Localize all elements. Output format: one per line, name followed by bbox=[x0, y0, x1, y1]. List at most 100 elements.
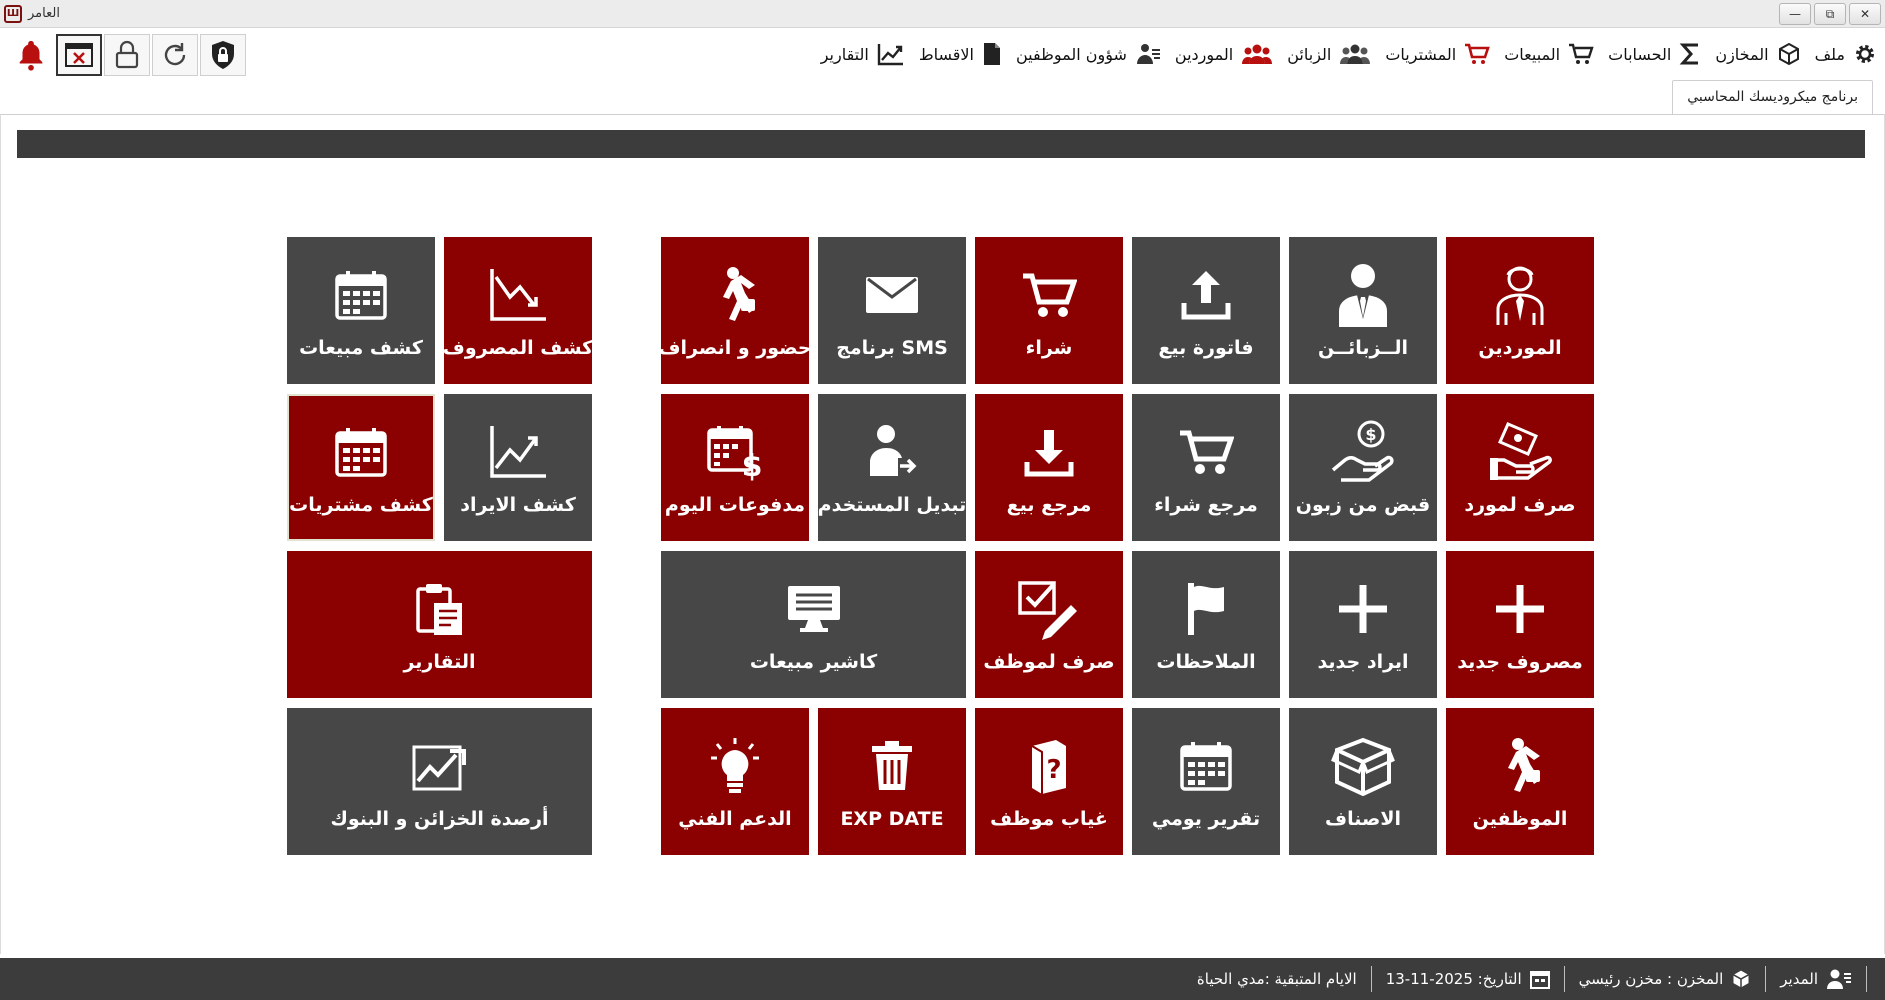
status-store-label: المخزن : مخزن رئيسي bbox=[1578, 970, 1724, 988]
status-remaining-days-label: الايام المتبقية :مدي الحياة bbox=[1196, 970, 1357, 988]
status-store: المخزن : مخزن رئيسي bbox=[1579, 969, 1752, 989]
employee-icon bbox=[1136, 44, 1160, 64]
menu-purchases[interactable]: المشتريات bbox=[1385, 42, 1491, 66]
tile-expense-report[interactable]: كشف المصروف bbox=[443, 237, 593, 384]
menu-file[interactable]: ملف bbox=[1815, 42, 1877, 66]
tile-notes-label: الملاحظات bbox=[1156, 650, 1256, 673]
menu-suppliers[interactable]: الموردين bbox=[1175, 42, 1273, 66]
menu-sales[interactable]: المبيعات bbox=[1504, 42, 1594, 66]
tile-receive-customer-label: قبض من زبون bbox=[1295, 493, 1431, 516]
tile-exp-date[interactable]: EXP DATE bbox=[818, 708, 966, 855]
menu-stores-label: المخازن bbox=[1715, 44, 1769, 64]
tile-support-label: الدعم الفني bbox=[678, 807, 792, 830]
cart-red-icon bbox=[1465, 43, 1491, 64]
tile-daily-report-label: تقرير يومي bbox=[1151, 807, 1261, 830]
tile-sales-cashier[interactable]: كاشير مبيعات bbox=[661, 551, 966, 698]
tile-new-expense[interactable]: مصروف جديد bbox=[1446, 551, 1594, 698]
refresh-button[interactable] bbox=[152, 34, 198, 76]
tile-reports[interactable]: التقارير bbox=[287, 551, 592, 698]
group-icon bbox=[1340, 44, 1371, 64]
tile-pay-employee-label: صرف لموظف bbox=[983, 650, 1115, 673]
tile-purchases-report[interactable]: كشف مشتريات bbox=[287, 394, 435, 541]
menu-purchases-label: المشتريات bbox=[1385, 44, 1457, 64]
tile-switch-user-label: تبديل المستخدم bbox=[817, 493, 967, 516]
switch-user-icon bbox=[870, 424, 917, 476]
menu-employees[interactable]: شؤون الموظفين bbox=[1016, 42, 1161, 66]
tile-items-label: الاصناف bbox=[1325, 807, 1401, 830]
status-items: المدير المخزن : مخزن رئيسي التاريخ: 2025… bbox=[1197, 958, 1867, 1000]
status-divider bbox=[1765, 966, 1767, 992]
tile-sales-return-label: مرجع بيع bbox=[1006, 493, 1092, 516]
sigma-icon bbox=[1679, 43, 1699, 65]
tile-suppliers-label: الموردين bbox=[1478, 336, 1562, 359]
chart-down-icon bbox=[490, 268, 546, 321]
app-logo-icon: Ш bbox=[4, 5, 22, 23]
close-window-button[interactable]: ✕ bbox=[1849, 3, 1881, 25]
tile-support[interactable]: الدعم الفني bbox=[661, 708, 809, 855]
tile-receive-customer[interactable]: $ قبض من زبون bbox=[1289, 394, 1437, 541]
status-divider bbox=[1563, 966, 1565, 992]
tile-suppliers[interactable]: الموردين bbox=[1446, 237, 1594, 384]
lock-icon bbox=[115, 40, 139, 69]
tile-attendance[interactable]: حضور و انصراف bbox=[658, 237, 812, 384]
notifications-button[interactable] bbox=[8, 34, 54, 76]
tile-sales-report-label: كشف مبيعات bbox=[299, 336, 423, 359]
close-tab-button[interactable] bbox=[56, 34, 102, 76]
trend-icon bbox=[877, 44, 903, 66]
cart-outline-icon bbox=[1180, 430, 1234, 474]
tile-purchases-report-label: كشف مشتريات bbox=[289, 493, 433, 516]
menu-suppliers-label: الموردين bbox=[1174, 44, 1234, 64]
menu-accounts-label: الحسابات bbox=[1608, 44, 1672, 64]
tile-new-income[interactable]: ايراد جديد bbox=[1289, 551, 1437, 698]
tile-new-income-label: ايراد جديد bbox=[1317, 650, 1409, 673]
tile-pay-supplier[interactable]: صرف لمورد bbox=[1446, 394, 1594, 541]
menu-installments-label: الاقساط bbox=[918, 44, 974, 64]
tile-employee-absence[interactable]: ? غياب موظف bbox=[975, 708, 1123, 855]
tile-daily-report[interactable]: تقرير يومي bbox=[1132, 708, 1280, 855]
tile-sales-invoice[interactable]: فاتورة بيع bbox=[1132, 237, 1280, 384]
status-bar: المدير المخزن : مخزن رئيسي التاريخ: 2025… bbox=[0, 958, 1885, 1000]
tile-sales-return[interactable]: مرجع بيع bbox=[975, 394, 1123, 541]
menu-reports-label: التقارير bbox=[820, 44, 869, 64]
tile-purchase-return[interactable]: مرجع شراء bbox=[1132, 394, 1280, 541]
tile-treasury-balances[interactable]: أرصدة الخزائن و البنوك bbox=[287, 708, 592, 855]
tile-purchase-label: شراء bbox=[1025, 336, 1073, 359]
tab-main-program[interactable]: برنامج ميكروديسك المحاسبي bbox=[1672, 80, 1873, 114]
lightbulb-icon bbox=[711, 737, 759, 793]
plus-icon bbox=[1496, 584, 1544, 633]
tile-today-payments[interactable]: $ مدفوعات اليوم bbox=[661, 394, 809, 541]
minimize-button[interactable]: — bbox=[1779, 3, 1811, 25]
menu-customers[interactable]: الزبائن bbox=[1287, 42, 1371, 66]
cart-icon bbox=[1569, 43, 1594, 64]
status-user: المدير bbox=[1780, 968, 1852, 990]
tile-sales-report[interactable]: كشف مبيعات bbox=[287, 237, 435, 384]
menu-accounts[interactable]: الحسابات bbox=[1608, 42, 1701, 66]
shield-lock-icon bbox=[212, 41, 234, 69]
box-icon bbox=[1733, 970, 1750, 988]
tile-employees[interactable]: الموظفين bbox=[1446, 708, 1594, 855]
title-bar: Ш العامر — ⧉ ✕ bbox=[0, 0, 1885, 28]
security-button[interactable] bbox=[200, 34, 246, 76]
download-icon bbox=[1024, 429, 1074, 476]
menu-reports[interactable]: التقارير bbox=[821, 42, 905, 66]
tile-pay-supplier-label: صرف لمورد bbox=[1464, 493, 1576, 516]
tile-items[interactable]: الاصناف bbox=[1289, 708, 1437, 855]
menu-installments[interactable]: الاقساط bbox=[919, 42, 1002, 66]
tile-exp-date-label: EXP DATE bbox=[840, 807, 944, 830]
tile-purchase[interactable]: شراء bbox=[975, 237, 1123, 384]
tile-income-report[interactable]: كشف الايراد bbox=[444, 394, 592, 541]
menu-employees-label: شؤون الموظفين bbox=[1016, 44, 1127, 64]
tile-sms[interactable]: برنامج SMS bbox=[818, 237, 966, 384]
tile-pay-employee[interactable]: صرف لموظف bbox=[975, 551, 1123, 698]
svg-text:?: ? bbox=[1046, 755, 1061, 785]
restore-button[interactable]: ⧉ bbox=[1814, 3, 1846, 25]
supplier-person-icon bbox=[1496, 266, 1544, 325]
tile-customers[interactable]: الــزبائــن bbox=[1289, 237, 1437, 384]
tile-treasury-balances-label: أرصدة الخزائن و البنوك bbox=[330, 807, 549, 830]
tile-switch-user[interactable]: تبديل المستخدم bbox=[818, 394, 966, 541]
lock-button[interactable] bbox=[104, 34, 150, 76]
businessman-icon bbox=[1339, 263, 1387, 327]
tile-income-report-label: كشف الايراد bbox=[460, 493, 576, 516]
tile-notes[interactable]: الملاحظات bbox=[1132, 551, 1280, 698]
menu-stores[interactable]: المخازن bbox=[1715, 42, 1800, 66]
